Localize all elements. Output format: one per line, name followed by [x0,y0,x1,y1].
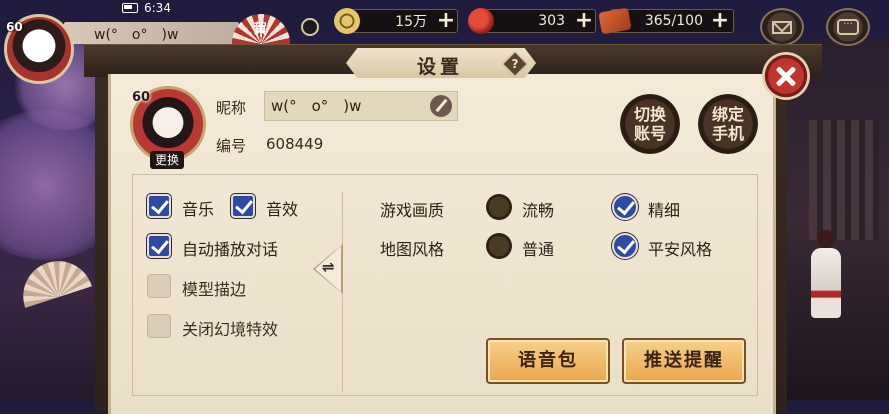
coin-icon [334,8,360,34]
sound-effects-label: 音效 [266,200,299,219]
map-normal-radio[interactable] [486,233,512,259]
gold-value: 15万 [395,14,427,30]
ticket-value: 365/100 [644,13,703,29]
magatama-icon [468,8,494,34]
mail-icon [772,21,792,34]
map-style-label: 地图风格 [380,240,445,259]
push-reminder-button[interactable]: 推送提醒 [622,338,746,384]
change-avatar-button[interactable]: 更换 [150,151,184,169]
battery-icon [122,3,138,13]
bind-phone-label: 绑定手机 [711,105,744,143]
chat-icon: ··· [837,19,859,35]
id-value: 608449 [266,135,324,153]
id-label: 编号 [216,137,247,155]
quality-label: 游戏画质 [380,201,445,220]
auto-dialogue-label: 自动播放对话 [182,240,279,259]
switch-account-label: 切换账号 [633,105,666,143]
add-magatama-button[interactable]: + [574,10,594,32]
quality-smooth-radio[interactable] [486,194,512,220]
status-time: 6:34 [144,1,171,15]
model-outline-checkbox[interactable] [147,274,171,298]
quality-smooth-label: 流畅 [522,201,555,220]
map-normal-label: 普通 [522,240,555,259]
player-name: w(° o° )w [94,27,179,43]
tomoe-icon[interactable] [301,18,319,36]
quality-fine-radio[interactable] [612,194,638,220]
magatama-value: 303 [538,13,565,29]
profile-level: 60 [132,90,151,105]
close-button[interactable] [762,52,810,100]
model-outline-label: 模型描边 [182,280,247,299]
chat-button[interactable]: ··· [826,8,870,46]
paper-umbrella [14,252,92,308]
help-symbol: ? [511,57,519,71]
switch-account-button[interactable]: 切换账号 [620,94,680,154]
edit-icon[interactable] [430,95,452,117]
add-ticket-button[interactable]: + [710,10,730,32]
voice-pack-button[interactable]: 语音包 [486,338,610,384]
music-label: 音乐 [182,200,215,219]
add-gold-button[interactable]: + [436,10,456,32]
mail-button[interactable] [760,8,804,46]
nickname-label: 昵称 [216,99,247,117]
player-level: 60 [6,20,23,34]
quality-fine-label: 精细 [648,201,681,220]
sound-effects-checkbox[interactable] [231,194,255,218]
disable-illusion-fx-checkbox[interactable] [147,314,171,338]
swap-icon: ⇌ [322,258,335,276]
nickname-field[interactable]: w(° o° )w [264,91,458,121]
map-heian-radio[interactable] [612,233,638,259]
dialog-title: 设置 [416,56,463,78]
music-checkbox[interactable] [147,194,171,218]
disable-illusion-fx-label: 关闭幻境特效 [182,320,279,339]
auto-dialogue-checkbox[interactable] [147,234,171,258]
map-heian-label: 平安风格 [648,240,713,259]
event-label: 賀 [254,22,268,37]
background-character [805,230,845,320]
bind-phone-button[interactable]: 绑定手机 [698,94,758,154]
status-bar: 6:34 [122,0,242,16]
